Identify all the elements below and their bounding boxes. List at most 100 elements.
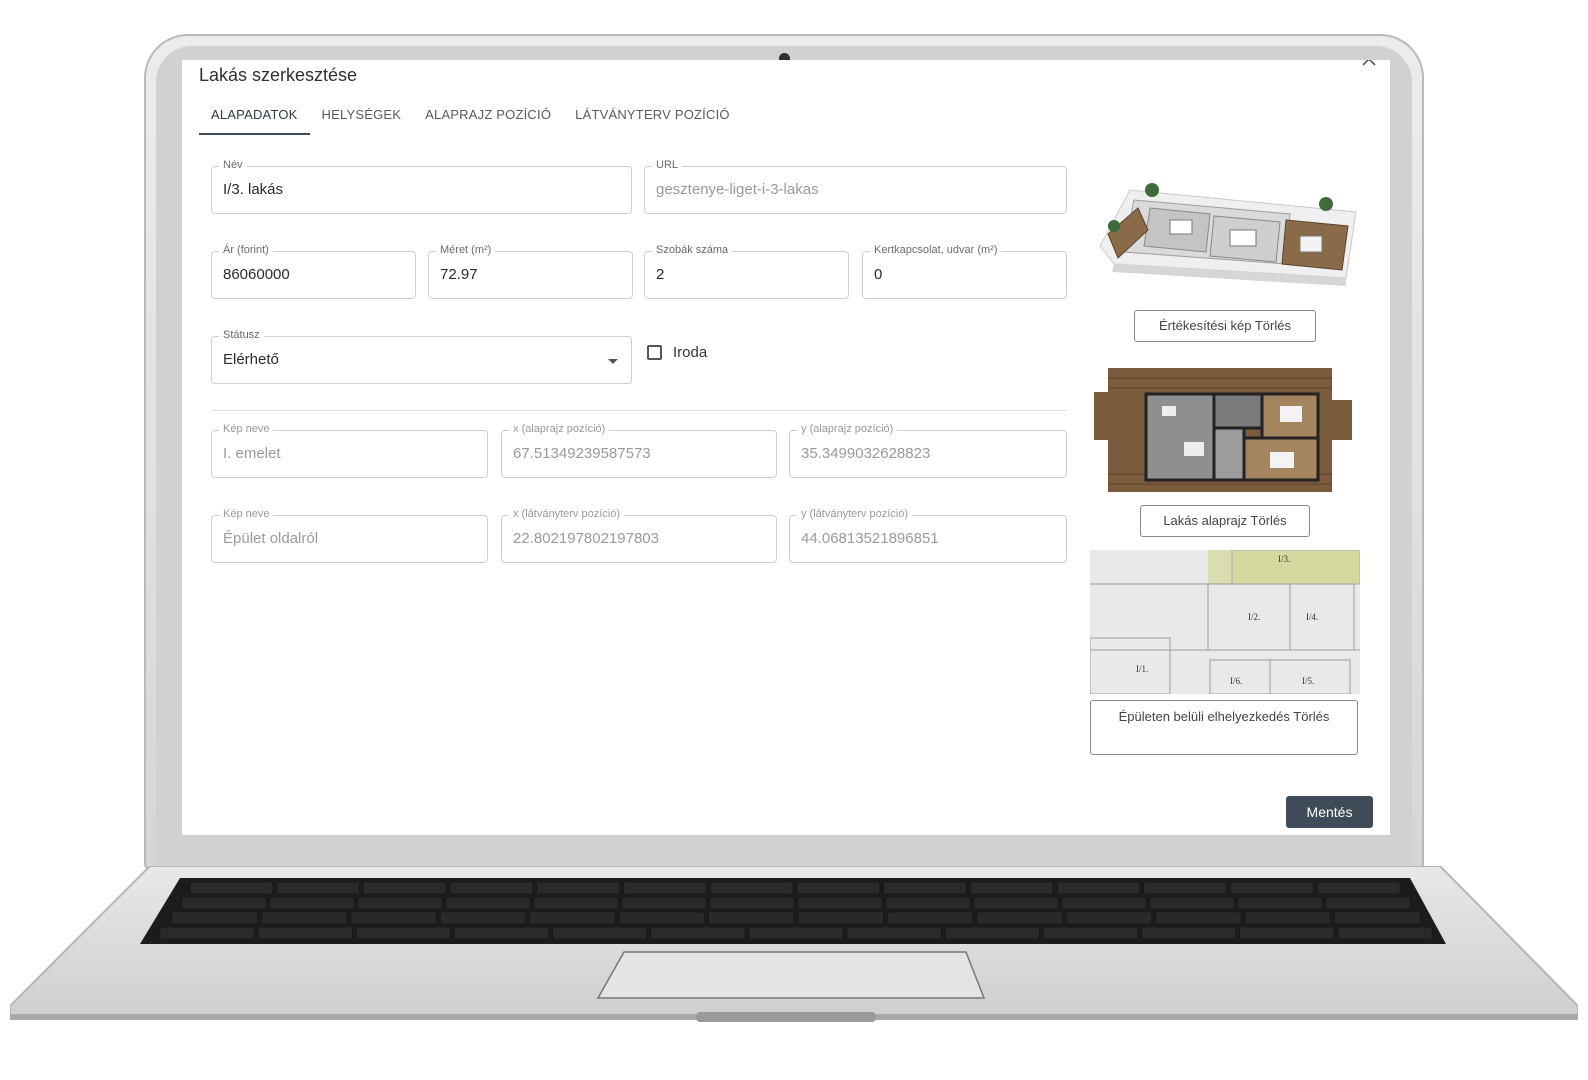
keyboard-key xyxy=(797,911,884,925)
keyboard-key xyxy=(529,911,616,925)
sales-image-delete-button[interactable]: Értékesítési kép Törlés xyxy=(1134,310,1316,342)
keyboard-key xyxy=(445,896,531,910)
keyboard-key xyxy=(261,911,348,925)
keyboard-key xyxy=(887,911,974,925)
keyboard-key xyxy=(536,881,620,895)
keyboard-key xyxy=(797,896,883,910)
rooms-field[interactable]: Szobák száma 2 xyxy=(644,244,849,299)
name-field[interactable]: Név I/3. lakás xyxy=(211,159,632,214)
keyboard-key xyxy=(1141,926,1236,940)
checkbox-icon[interactable] xyxy=(647,345,662,360)
floorplan-y-value: 35.3499032628823 xyxy=(801,445,931,462)
keyboard-key xyxy=(454,926,549,940)
keyboard-key xyxy=(1149,896,1235,910)
dropdown-arrow-icon xyxy=(608,359,618,364)
keyboard-key xyxy=(356,926,451,940)
visual-y-field[interactable]: y (látványterv pozíció) 44.0681352189685… xyxy=(789,508,1067,563)
keyboard-key xyxy=(449,881,534,895)
keyboard-key xyxy=(440,911,526,925)
keyboard-key xyxy=(708,911,795,925)
unit-label-i4: I/4. xyxy=(1306,612,1318,622)
visual-image-label: Kép neve xyxy=(219,508,274,520)
keyboard-key xyxy=(276,881,360,895)
floorplan-image-value: I. emelet xyxy=(223,445,281,462)
keyboard-key xyxy=(976,911,1063,925)
floorplan-delete-button[interactable]: Lakás alaprajz Törlés xyxy=(1140,505,1310,537)
keyboard-key xyxy=(1143,881,1227,895)
floorplan-y-label: y (alaprajz pozíció) xyxy=(797,423,898,435)
name-value: I/3. lakás xyxy=(223,181,284,198)
keyboard-key xyxy=(1239,926,1335,940)
keyboard-key xyxy=(350,911,437,925)
keyboard-key xyxy=(796,881,880,895)
tab-helysegek[interactable]: HELYSÉGEK xyxy=(310,104,414,134)
keyboard-key xyxy=(748,926,844,940)
keyboard-key xyxy=(257,926,353,940)
visual-image-value: Épület oldalról xyxy=(223,530,319,547)
unit-label-i1: I/1. xyxy=(1136,664,1148,674)
floorplan-image-field[interactable]: Kép neve I. emelet xyxy=(211,423,488,478)
price-value: 86060000 xyxy=(223,266,290,283)
keyboard-key xyxy=(709,896,795,910)
floorplan-y-field[interactable]: y (alaprajz pozíció) 35.3499032628823 xyxy=(789,423,1067,478)
keyboard-key xyxy=(1056,881,1141,895)
chevron-up-icon[interactable] xyxy=(1360,60,1378,68)
size-field[interactable]: Méret (m²) 72.97 xyxy=(428,244,633,299)
keyboard-key xyxy=(1337,926,1433,940)
url-label: URL xyxy=(652,159,683,171)
keyboard-key xyxy=(944,926,1040,940)
price-label: Ár (forint) xyxy=(219,244,273,256)
status-select[interactable]: Státusz Elérhető xyxy=(211,329,632,384)
floorplan-image xyxy=(1090,356,1360,500)
keyboard-key xyxy=(623,881,707,895)
keyboard-key xyxy=(650,926,746,940)
laptop-base xyxy=(10,866,1578,1032)
office-checkbox[interactable]: Iroda xyxy=(647,344,707,361)
tab-alapadatok[interactable]: ALAPADATOK xyxy=(199,104,310,135)
keyboard-key xyxy=(973,896,1059,910)
keyboard-key xyxy=(1325,896,1411,910)
url-field[interactable]: URL gesztenye-liget-i-3-lakas xyxy=(644,159,1067,214)
garden-label: Kertkapcsolat, udvar (m²) xyxy=(870,244,1002,256)
url-value: gesztenye-liget-i-3-lakas xyxy=(656,181,819,198)
status-value: Elérhető xyxy=(223,351,279,368)
price-field[interactable]: Ár (forint) 86060000 xyxy=(211,244,416,299)
app-screen: Lakás szerkesztése ALAPADATOK HELYSÉGEK … xyxy=(182,60,1390,835)
status-label: Státusz xyxy=(219,329,264,341)
floorplan-x-field[interactable]: x (alaprajz pozíció) 67.51349239587573 xyxy=(501,423,777,478)
keyboard-key xyxy=(1334,911,1421,925)
unit-label-i6: I/6. xyxy=(1230,676,1242,686)
keyboard-key xyxy=(1317,881,1401,895)
keyboard-key xyxy=(1061,896,1147,910)
location-delete-button[interactable]: Épületen belüli elhelyezkedés Törlés xyxy=(1090,700,1358,755)
keyboard-key xyxy=(885,896,971,910)
floorplan-x-value: 67.51349239587573 xyxy=(513,445,651,462)
keyboard-key xyxy=(363,881,447,895)
save-button[interactable]: Mentés xyxy=(1286,796,1373,828)
floorplan-image-label: Kép neve xyxy=(219,423,274,435)
floorplan-x-label: x (alaprajz pozíció) xyxy=(509,423,610,435)
tab-alaprajz-pozicio[interactable]: ALAPRAJZ POZÍCIÓ xyxy=(413,104,563,134)
size-value: 72.97 xyxy=(440,266,478,283)
visual-x-field[interactable]: x (látványterv pozíció) 22.8021978021978… xyxy=(501,508,777,563)
keyboard-key xyxy=(1237,896,1323,910)
keyboard-key xyxy=(846,926,942,940)
size-label: Méret (m²) xyxy=(436,244,496,256)
keyboard-key xyxy=(552,926,648,940)
keyboard-key xyxy=(618,911,705,925)
visual-y-value: 44.06813521896851 xyxy=(801,530,939,547)
section-divider xyxy=(211,410,1067,411)
tab-latvanyterv-pozicio[interactable]: LÁTVÁNYTERV POZÍCIÓ xyxy=(563,104,742,134)
visual-image-field[interactable]: Kép neve Épület oldalról xyxy=(211,508,488,563)
keyboard-key xyxy=(883,881,967,895)
unit-label-i3: I/3. xyxy=(1278,554,1290,564)
visual-x-label: x (látványterv pozíció) xyxy=(509,508,624,520)
keyboard-key xyxy=(269,896,355,910)
garden-field[interactable]: Kertkapcsolat, udvar (m²) 0 xyxy=(862,244,1067,299)
dialog-title: Lakás szerkesztése xyxy=(199,65,358,85)
location-image: I/3. I/2. I/4. I/1. I/6. I/5. xyxy=(1090,550,1360,694)
visual-y-label: y (látványterv pozíció) xyxy=(797,508,912,520)
unit-label-i5: I/5. xyxy=(1302,676,1314,686)
keyboard-key xyxy=(621,896,707,910)
name-label: Név xyxy=(219,159,247,171)
